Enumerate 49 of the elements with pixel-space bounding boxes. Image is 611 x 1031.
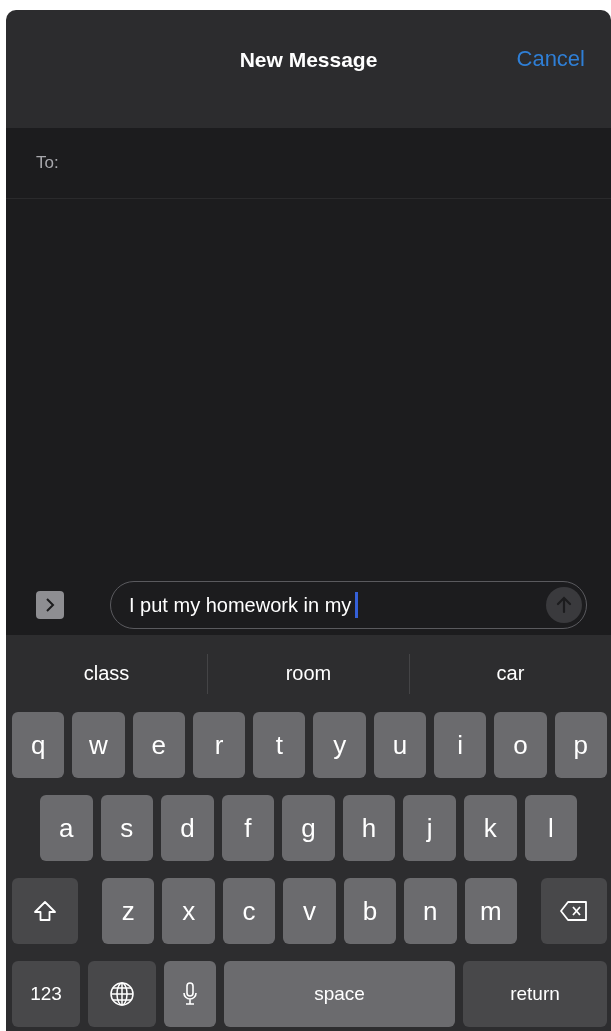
letter-key[interactable]: g <box>282 795 335 861</box>
letter-key[interactable]: r <box>192 712 246 778</box>
letter-key[interactable]: t <box>253 712 306 778</box>
letter-key[interactable]: b <box>343 878 397 944</box>
text-cursor <box>355 592 358 618</box>
message-text: I put my homework in my <box>129 593 352 617</box>
to-label: To: <box>36 153 59 173</box>
shift-arrow-icon <box>33 900 57 922</box>
shift-key[interactable] <box>12 878 78 944</box>
cancel-button[interactable]: Cancel <box>516 46 585 72</box>
backspace-icon <box>558 900 589 922</box>
window-title: New Message <box>239 48 378 72</box>
letter-key[interactable]: k <box>463 795 517 861</box>
letter-key[interactable]: x <box>162 878 215 944</box>
letter-key[interactable]: i <box>434 712 487 778</box>
letter-key[interactable]: h <box>342 795 396 861</box>
letter-key[interactable]: c <box>222 878 276 944</box>
recipient-field[interactable]: To: <box>6 128 611 199</box>
letter-key[interactable]: v <box>283 878 336 944</box>
letter-key[interactable]: z <box>102 878 155 944</box>
chevron-right-icon <box>44 597 56 613</box>
return-key[interactable]: return <box>463 961 607 1027</box>
delete-key[interactable] <box>540 878 607 944</box>
microphone-key[interactable] <box>164 961 216 1027</box>
word-suggestion[interactable]: class <box>6 635 207 712</box>
letter-key[interactable]: y <box>313 712 366 778</box>
letter-key[interactable]: n <box>404 878 457 944</box>
word-suggestion[interactable]: car <box>410 635 611 712</box>
numbers-key[interactable]: 123 <box>12 961 80 1027</box>
letter-key[interactable]: o <box>494 712 547 778</box>
arrow-up-icon <box>556 596 572 614</box>
letter-key[interactable]: e <box>132 712 185 778</box>
letter-key[interactable]: p <box>554 712 607 778</box>
letter-key[interactable]: a <box>40 795 93 861</box>
letter-key[interactable]: m <box>464 878 517 944</box>
letter-key[interactable]: s <box>100 795 154 861</box>
globe-icon <box>109 981 135 1007</box>
word-suggestion[interactable]: room <box>208 635 409 712</box>
letter-key[interactable]: j <box>403 795 456 861</box>
expand-button[interactable] <box>36 591 64 619</box>
letter-key[interactable]: w <box>72 712 125 778</box>
globe-key[interactable] <box>88 961 156 1027</box>
letter-key[interactable]: l <box>524 795 578 861</box>
letter-key[interactable]: f <box>221 795 275 861</box>
letter-key[interactable]: q <box>12 712 65 778</box>
letter-key[interactable]: u <box>373 712 427 778</box>
space-key[interactable]: space <box>224 961 455 1027</box>
microphone-icon <box>182 981 198 1007</box>
letter-key[interactable]: d <box>161 795 214 861</box>
